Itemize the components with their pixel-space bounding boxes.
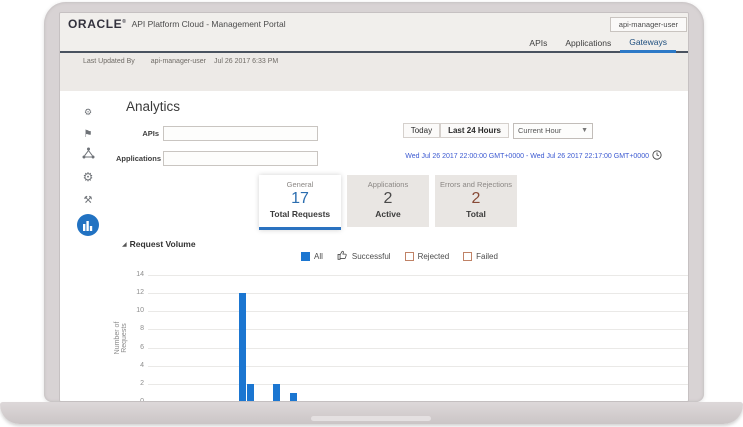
clock-icon[interactable] (652, 147, 662, 165)
app-title: API Platform Cloud - Management Portal (131, 19, 286, 29)
applications-filter-row: Applications (116, 150, 318, 166)
gear-icon: ⚙ (82, 169, 94, 184)
chart-bar-3-11-pm[interactable] (247, 383, 255, 401)
trademark-symbol: ® (122, 19, 127, 25)
date-range-text: Wed Jul 26 2017 22:00:00 GMT+0000 - Wed … (405, 152, 649, 160)
applications-field-label: Applications (116, 153, 162, 163)
gridline (148, 329, 688, 331)
card-applications[interactable]: Applications 2 Active (347, 175, 429, 227)
legend-item-successful[interactable]: Successful (337, 250, 391, 263)
chevron-down-icon: ▼ (581, 127, 588, 134)
y-tick-label: 14 (136, 271, 144, 278)
interval-select-value: Current Hour (518, 126, 562, 135)
collapse-triangle-icon[interactable]: ◢ (122, 241, 127, 248)
y-tick-label: 6 (140, 343, 144, 351)
y-tick-label: 4 (140, 361, 144, 369)
request-volume-header: ◢ Request Volume (122, 239, 196, 249)
chart-bar-3-10-pm[interactable] (238, 293, 246, 401)
legend-label: Successful (351, 252, 391, 261)
legend-label: All (314, 252, 323, 261)
apis-filter-row: APIs (116, 125, 318, 141)
chart-legend: All Successful Rejected Failed (301, 250, 498, 263)
chart-bar-3-14-pm[interactable] (272, 383, 280, 401)
legend-item-failed[interactable]: Failed (463, 252, 498, 261)
sidebar-item-services[interactable] (82, 146, 95, 164)
y-tick-label: 2 (140, 379, 144, 387)
last-updated-user: api-manager-user (150, 57, 207, 65)
card-category: Applications (367, 180, 409, 189)
legend-label: Failed (476, 252, 498, 261)
last-24-hours-button[interactable]: Last 24 Hours (440, 123, 509, 138)
laptop-base (0, 402, 743, 424)
section-title: Request Volume (129, 239, 196, 249)
request-volume-chart: Number of Requests 024681012143:00 PM3:0… (114, 267, 688, 401)
card-metric: Active (375, 209, 401, 219)
page-title: Analytics (126, 99, 181, 114)
legend-item-all[interactable]: All (301, 252, 323, 261)
y-tick-label: 10 (136, 307, 144, 315)
card-category: Errors and Rejections (439, 180, 513, 189)
legend-outlined-swatch (404, 252, 414, 261)
apis-input[interactable] (163, 125, 318, 141)
card-general[interactable]: General 17 Total Requests (259, 175, 341, 230)
tab-apis[interactable]: APIs (520, 36, 556, 51)
gridline (148, 347, 688, 349)
last-updated-label: Last Updated By (83, 57, 135, 65)
date-range-row: Wed Jul 26 2017 22:00:00 GMT+0000 - Wed … (405, 147, 662, 165)
legend-outlined-swatch (463, 252, 473, 261)
tab-applications[interactable]: Applications (556, 36, 620, 51)
y-axis-title: Number of Requests (114, 321, 128, 355)
card-metric: Total Requests (269, 209, 331, 219)
card-errors-and-rejections[interactable]: Errors and Rejections 2 Total (435, 175, 517, 227)
user-menu-button[interactable]: api-manager-user (609, 17, 687, 32)
bar-chart-icon (77, 214, 99, 236)
main-content: Analytics APIs Applications Today Last 2… (114, 91, 688, 401)
oracle-logo: ORACLE® (68, 17, 127, 31)
card-value: 2 (383, 190, 393, 207)
card-value: 17 (291, 190, 309, 207)
chart-bar-3-16-pm[interactable] (289, 392, 297, 401)
app-header: ORACLE® API Platform Cloud - Management … (60, 13, 688, 35)
tab-gateways[interactable]: Gateways (620, 35, 676, 53)
applications-input[interactable] (163, 150, 318, 166)
sidebar-item-plans[interactable]: ⚑ (84, 126, 93, 139)
last-updated-time: Jul 26 2017 6:33 PM (214, 57, 279, 65)
gear-sparkle-icon: ⚙ (83, 107, 93, 118)
gridline (148, 275, 688, 276)
flag-icon: ⚑ (83, 128, 93, 140)
status-bar: Last Updated By api-manager-user Jul 26 … (60, 53, 688, 69)
y-tick-label: 12 (136, 289, 144, 297)
plot-area (148, 275, 688, 401)
sidebar-item-apis[interactable]: ⚙ (84, 104, 92, 117)
content-panel: ⚙ ⚑ ⚙ ⚒ Analytics APIs Applications Toda… (60, 91, 688, 401)
page: ORACLE® API Platform Cloud - Management … (0, 0, 743, 427)
sidebar-item-tools[interactable]: ⚒ (84, 192, 93, 205)
sidebar-item-settings[interactable]: ⚙ (83, 170, 94, 183)
summary-cards: General 17 Total Requests Applications 2 Acti… (259, 175, 517, 230)
card-value: 2 (471, 190, 481, 207)
gridline (148, 383, 688, 385)
thumbs-up-icon (337, 250, 348, 263)
network-icon (82, 146, 95, 164)
gridline (148, 293, 688, 295)
card-metric: Total (466, 209, 486, 219)
y-tick-label: 8 (140, 325, 144, 333)
legend-filled-swatch (301, 252, 310, 261)
tools-icon: ⚒ (83, 194, 93, 206)
sidebar: ⚙ ⚑ ⚙ ⚒ (60, 91, 116, 401)
sidebar-item-analytics[interactable] (77, 214, 99, 236)
apis-field-label: APIs (142, 128, 159, 138)
today-button[interactable]: Today (402, 123, 441, 138)
interval-select[interactable]: Current Hour ▼ (513, 122, 593, 139)
time-range-controls: Today Last 24 Hours Current Hour ▼ (402, 122, 593, 139)
gridline (148, 365, 688, 367)
tab-bar: APIs Applications Gateways (60, 35, 688, 53)
legend-label: Rejected (417, 252, 450, 261)
laptop-frame: ORACLE® API Platform Cloud - Management … (44, 2, 704, 402)
screen: ORACLE® API Platform Cloud - Management … (59, 12, 689, 402)
filter-form: APIs Applications (116, 125, 318, 175)
card-category: General (286, 180, 314, 189)
legend-item-rejected[interactable]: Rejected (404, 252, 450, 261)
gridline (148, 311, 688, 313)
